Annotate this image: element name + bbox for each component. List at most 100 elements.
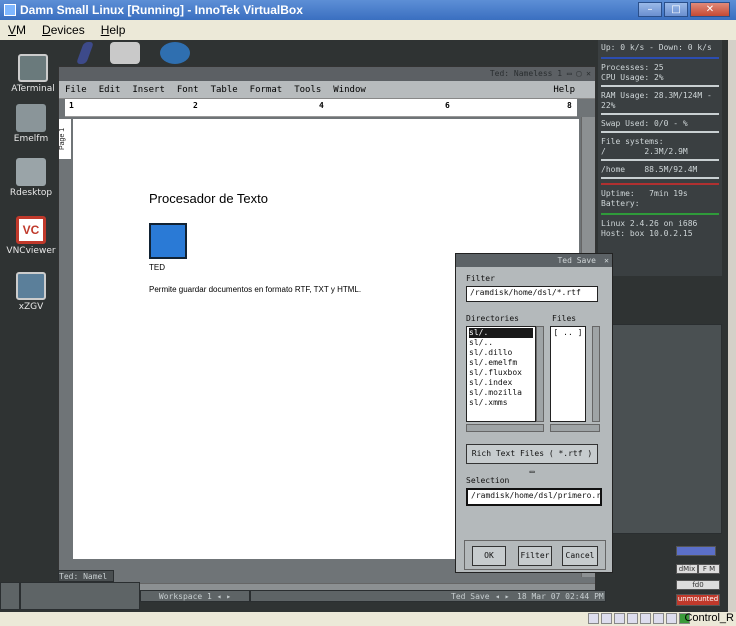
- uptime: Uptime: 7min 19s: [601, 189, 688, 198]
- vnc-icon: VC: [16, 216, 46, 244]
- files-vscroll[interactable]: [592, 326, 600, 422]
- selection-input[interactable]: /ramdisk/home/dsl/primero.rtf: [466, 488, 602, 506]
- unmounted-label[interactable]: unmounted: [676, 594, 720, 606]
- cdrom-icon[interactable]: [601, 613, 612, 624]
- cancel-button[interactable]: Cancel: [562, 546, 598, 566]
- directory-item[interactable]: sl/.mozilla: [469, 388, 533, 398]
- system-monitor: Up: 0 k/s - Down: 0 k/s Processes: 25 CP…: [598, 40, 722, 276]
- directories-hscroll[interactable]: [466, 424, 544, 432]
- menu-devices[interactable]: Devices: [34, 23, 93, 37]
- uptime-separator: [601, 183, 719, 185]
- desktop-panel: [612, 324, 722, 534]
- pen-icon[interactable]: [75, 42, 95, 64]
- menu-help[interactable]: Help: [93, 23, 134, 37]
- volume-icon[interactable]: [676, 546, 716, 556]
- directory-item[interactable]: sl/.xmms: [469, 398, 533, 408]
- file-manager-icon: [16, 104, 46, 132]
- directories-list[interactable]: sl/. sl/.. sl/.dillo sl/.emelfm sl/.flux…: [466, 326, 536, 422]
- ted-menu-insert[interactable]: Insert: [132, 85, 165, 95]
- clock: 18 Mar 07 02:44 PM: [517, 592, 604, 601]
- swap-usage: Swap Used: 0/0 - %: [601, 119, 688, 128]
- taskbar-button[interactable]: [0, 582, 20, 610]
- fs-label: File systems:: [601, 137, 664, 146]
- ted-menu-font[interactable]: Font: [177, 85, 199, 95]
- filter-button[interactable]: Filter: [518, 546, 552, 566]
- directories-label: Directories: [466, 314, 519, 323]
- desktop-icon-vncviewer[interactable]: VC VNCviewer: [0, 216, 62, 256]
- directory-item[interactable]: sl/.emelfm: [469, 358, 533, 368]
- directory-item[interactable]: sl/.index: [469, 378, 533, 388]
- cpu-usage: CPU Usage: 2%: [601, 73, 664, 82]
- ted-title-bar: Ted: Nameless 1 ▭ ▢ ✕: [59, 67, 595, 81]
- host-menu-bar: VM Devices Help: [0, 20, 736, 40]
- desktop-icon-rdesktop[interactable]: Rdesktop: [0, 158, 62, 198]
- top-launcher: [75, 42, 190, 64]
- task-arrows[interactable]: ◂ ▸: [495, 591, 509, 603]
- fs-home: /home 88.5M/92.4M: [601, 165, 698, 174]
- directory-item[interactable]: sl/.fluxbox: [469, 368, 533, 378]
- ted-menu-window[interactable]: Window: [333, 85, 366, 95]
- desktop-icon-xzgv[interactable]: xZGV: [0, 272, 62, 312]
- image-viewer-icon: [16, 272, 46, 300]
- iconbar-item-ted[interactable]: Ted: Namel: [58, 570, 114, 582]
- ted-menu-file[interactable]: File: [65, 85, 87, 95]
- task-ted-save[interactable]: Ted Save: [451, 591, 490, 603]
- desktop-icon-aterminal[interactable]: ATerminal: [2, 54, 64, 94]
- mouse-integration-icon[interactable]: [666, 613, 677, 624]
- dialog-close-icon[interactable]: ✕: [604, 254, 609, 267]
- harddisk-icon[interactable]: [588, 613, 599, 624]
- task-bar-area: Ted Save ◂ ▸ 18 Mar 07 02:44 PM: [250, 590, 606, 602]
- window-controls: – □ ✕: [638, 2, 730, 17]
- close-button[interactable]: ✕: [690, 2, 730, 17]
- maximize-button[interactable]: □: [664, 2, 688, 17]
- minimize-button[interactable]: –: [638, 2, 662, 17]
- workspace-label[interactable]: Workspace 1 ◂ ▸: [140, 590, 250, 602]
- net-usage: Up: 0 k/s - Down: 0 k/s: [601, 43, 712, 52]
- guest-screen: ATerminal Emelfm Rdesktop VC VNCviewer x…: [0, 40, 728, 612]
- desktop-icon-emelfm[interactable]: Emelfm: [0, 104, 62, 144]
- directory-item[interactable]: sl/.dillo: [469, 348, 533, 358]
- net-separator: [601, 57, 719, 59]
- ok-button[interactable]: OK: [472, 546, 506, 566]
- menu-vm[interactable]: VM: [0, 23, 34, 37]
- filetype-select[interactable]: Rich Text Files ( *.rtf ) ▭: [466, 444, 598, 476]
- save-dialog-title-bar: Ted Save ✕: [456, 254, 612, 267]
- doc-app-name: TED: [149, 263, 165, 272]
- files-label: Files: [552, 314, 577, 323]
- host-status-bar: Control_R: [0, 612, 736, 626]
- globe-icon[interactable]: [160, 42, 190, 64]
- panel-icon[interactable]: [110, 42, 140, 64]
- floppy-icon[interactable]: [614, 613, 625, 624]
- processes: Processes: 25: [601, 63, 664, 72]
- shared-folder-icon[interactable]: [653, 613, 664, 624]
- ted-menu-tools[interactable]: Tools: [294, 85, 321, 95]
- kernel-separator: [601, 213, 719, 215]
- usb-icon[interactable]: [640, 613, 651, 624]
- directory-item[interactable]: sl/.: [469, 328, 533, 338]
- ruler[interactable]: 1 2 4 6 8: [65, 99, 577, 117]
- ted-menu-bar: File Edit Insert Font Table Format Tools…: [59, 81, 595, 99]
- ted-menu-table[interactable]: Table: [211, 85, 238, 95]
- doc-heading: Procesador de Texto: [149, 191, 268, 206]
- filter-label: Filter: [466, 274, 495, 283]
- directories-vscroll[interactable]: [536, 326, 544, 422]
- ted-menu-edit[interactable]: Edit: [99, 85, 121, 95]
- fm-label[interactable]: F M: [698, 564, 720, 574]
- page-label: Page 1: [59, 119, 71, 159]
- fd0-label[interactable]: fd0: [676, 580, 720, 590]
- ted-menu-format[interactable]: Format: [250, 85, 283, 95]
- ted-menu-help[interactable]: Help: [553, 85, 575, 95]
- network-icon[interactable]: [627, 613, 638, 624]
- file-item[interactable]: [ .. ]: [553, 328, 583, 338]
- computer-icon: [16, 158, 46, 186]
- right-widgets: dMix F M fd0 unmounted: [676, 546, 724, 608]
- dmix-label[interactable]: dMix: [676, 564, 698, 574]
- selection-label: Selection: [466, 476, 510, 485]
- pager[interactable]: [20, 582, 140, 610]
- swap-bar: [601, 131, 719, 133]
- files-hscroll[interactable]: [550, 424, 600, 432]
- host-info: Host: box 10.0.2.15: [601, 229, 693, 238]
- directory-item[interactable]: sl/..: [469, 338, 533, 348]
- filter-input[interactable]: /ramdisk/home/dsl/*.rtf: [466, 286, 598, 302]
- files-list[interactable]: [ .. ]: [550, 326, 586, 422]
